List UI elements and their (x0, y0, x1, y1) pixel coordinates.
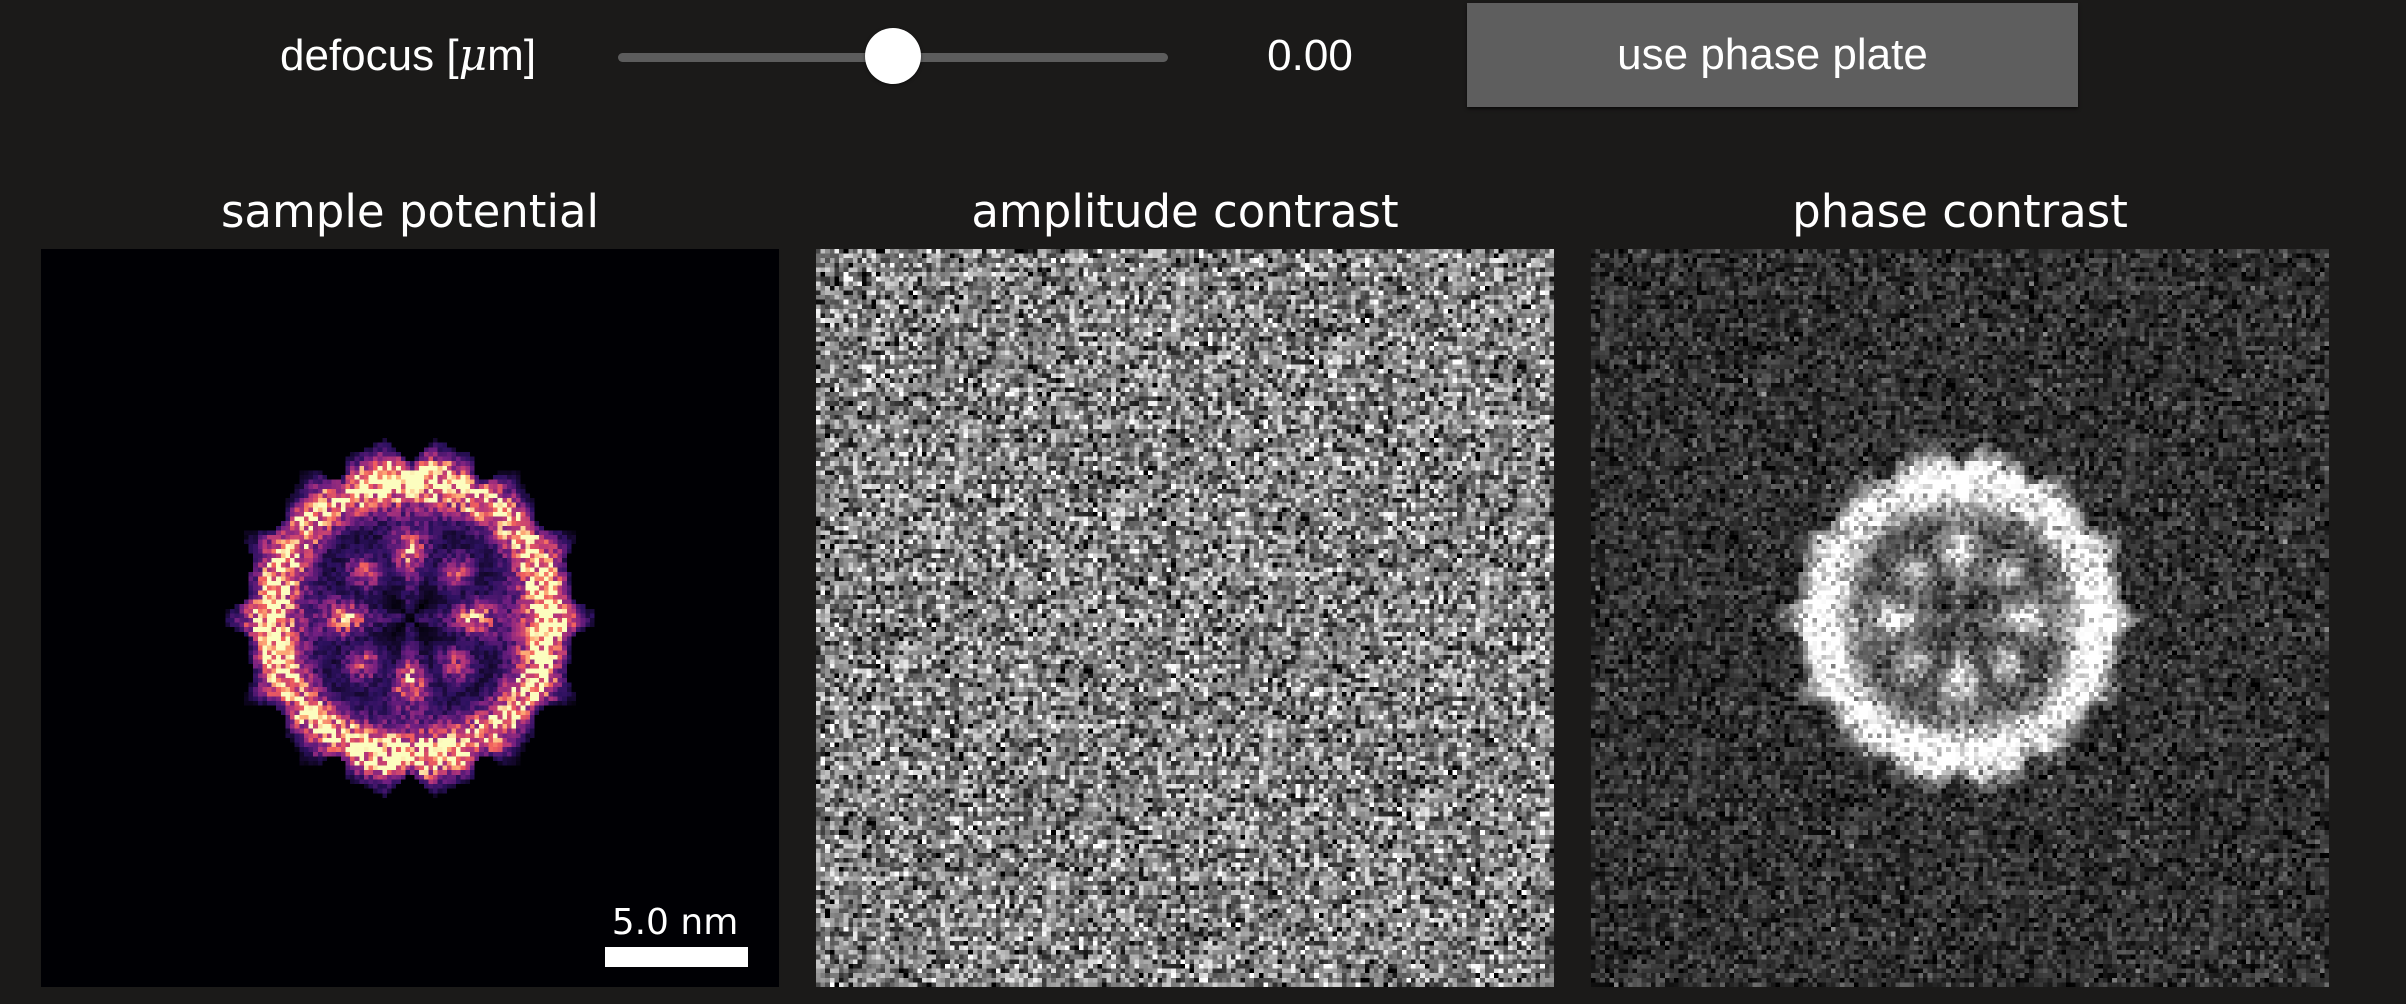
app-root: defocus [μm] 0.00 use phase plate sample… (0, 0, 2406, 1004)
amplitude-contrast-canvas (816, 249, 1554, 987)
use-phase-plate-button[interactable]: use phase plate (1467, 3, 2078, 107)
phase-contrast-image (1591, 249, 2329, 987)
defocus-label-suffix: m] (487, 31, 537, 80)
defocus-value: 0.00 (1267, 31, 1353, 80)
sample-potential-image (41, 249, 779, 987)
slider-thumb[interactable] (865, 28, 921, 84)
scalebar (605, 947, 748, 967)
defocus-label-prefix: defocus [ (280, 31, 459, 80)
sample-potential-canvas (41, 249, 779, 987)
amplitude-contrast-image (816, 249, 1554, 987)
defocus-label: defocus [μm] (280, 28, 536, 84)
phase-contrast-canvas (1591, 249, 2329, 987)
panel-title-phase-contrast: phase contrast (1792, 185, 2128, 238)
panel-title-amplitude-contrast: amplitude contrast (971, 185, 1399, 238)
scalebar-label: 5.0 nm (611, 902, 739, 943)
defocus-label-unit-mu: μ (458, 30, 488, 81)
panel-title-sample-potential: sample potential (220, 185, 600, 238)
defocus-slider[interactable] (618, 26, 1168, 86)
